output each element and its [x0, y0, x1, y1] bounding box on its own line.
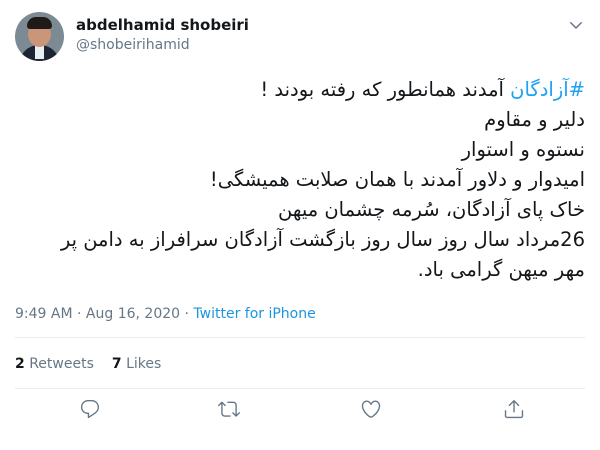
tweet-line-5: خاک پای آزادگان، سُرمه چشمان میهن	[278, 198, 585, 221]
retweets-stat[interactable]: 2 Retweets	[15, 356, 94, 372]
avatar[interactable]	[15, 12, 64, 61]
likes-label: Likes	[121, 356, 162, 372]
meta-separator-2: ·	[180, 306, 194, 322]
meta-separator: ·	[72, 306, 86, 322]
author-info[interactable]: abdelhamid shobeiri @shobeirihamid	[76, 16, 249, 55]
divider-bottom	[15, 388, 585, 389]
tweet-line-1-text: آمدند همانطور که رفته بودند !	[260, 78, 511, 101]
tweet-line-3: نستوه و استوار	[461, 138, 585, 161]
tweet-actions	[0, 398, 600, 428]
author-display-name[interactable]: abdelhamid shobeiri	[76, 16, 249, 35]
tweet-line-6: 26مرداد سال روز سال روز بازگشت آزادگان س…	[60, 228, 585, 251]
reply-icon[interactable]	[79, 398, 105, 424]
tweet-line-4: امیدوار و دلاور آمدند با همان صلابت همیش…	[209, 168, 585, 191]
retweet-icon[interactable]	[218, 398, 244, 424]
author-handle[interactable]: @shobeirihamid	[76, 35, 249, 55]
tweet-time[interactable]: 9:49 AM	[15, 306, 73, 322]
divider-top	[15, 337, 585, 338]
chevron-down-icon[interactable]	[567, 16, 585, 34]
tweet-line-2: دلیر و مقاوم	[484, 108, 585, 131]
share-icon[interactable]	[503, 398, 529, 424]
retweets-count: 2	[15, 356, 25, 372]
tweet-meta: 9:49 AM · Aug 16, 2020 · Twitter for iPh…	[15, 306, 316, 322]
tweet-date[interactable]: Aug 16, 2020	[86, 306, 180, 322]
tweet-text: #آزادگان آمدند همانطور که رفته بودند ! د…	[15, 75, 585, 285]
tweet-line-7: مهر میهن گرامی باد.	[417, 258, 585, 281]
likes-count: 7	[111, 356, 122, 372]
tweet-stats: 2 Retweets 7 Likes	[15, 356, 161, 372]
tweet-line-1: #آزادگان آمدند همانطور که رفته بودند !	[15, 75, 585, 105]
tweet-header: abdelhamid shobeiri @shobeirihamid	[15, 12, 585, 62]
tweet-card: abdelhamid shobeiri @shobeirihamid #آزاد…	[0, 0, 600, 450]
retweets-label: Retweets	[24, 356, 94, 372]
tweet-source-link[interactable]: Twitter for iPhone	[193, 306, 315, 322]
heart-icon[interactable]	[360, 398, 386, 424]
hashtag-link[interactable]: #آزادگان	[510, 78, 585, 101]
likes-stat[interactable]: 7 Likes	[112, 356, 161, 372]
